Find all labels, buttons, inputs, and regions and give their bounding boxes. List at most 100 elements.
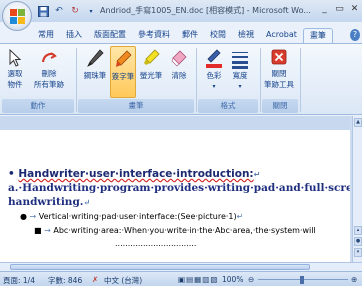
tab-arrow-icon: → (44, 226, 51, 235)
width-dropdown-icon[interactable]: ▾ (238, 83, 241, 90)
title-bar: ↶ ↻ ▾ Andriod_手寫1005_EN.doc [相容模式] - Mic… (0, 0, 362, 22)
save-icon[interactable] (36, 5, 50, 18)
highlighter-label: 螢光筆 (139, 71, 163, 80)
delete-label: 刪除 (41, 69, 57, 78)
felt-pen-label: 簽字筆 (111, 72, 135, 81)
tab-view[interactable]: 檢視 (232, 28, 260, 44)
group-label-close: 關閉 (262, 99, 298, 113)
list-item: ● → Vertical·writing·pad·user·interface:… (20, 212, 243, 221)
group-label-format: 格式 (198, 99, 258, 113)
horizontal-scroll-thumb[interactable] (10, 264, 310, 270)
width-label: 寬度 (232, 71, 248, 80)
tab-insert[interactable]: 插入 (60, 28, 88, 44)
maximize-button[interactable]: ▭ (332, 2, 347, 16)
undo-icon[interactable]: ↶ (52, 5, 66, 18)
document-area: • Handwriter·user·interface·introduction… (0, 116, 356, 262)
window-controls: _ ▭ ✕ (317, 2, 362, 16)
close-label: 關閉 (271, 69, 287, 78)
select-browse-object-icon[interactable]: ● (354, 237, 362, 246)
tab-mailings[interactable]: 郵件 (176, 28, 204, 44)
close-ink-icon (271, 49, 287, 65)
page-count[interactable]: 頁面: 1/4 (3, 275, 35, 286)
color-icon (206, 49, 222, 68)
continued-line: ................................ (115, 239, 197, 248)
group-label-actions: 動作 (2, 99, 74, 113)
proofing-icon[interactable]: ✗ (92, 275, 98, 284)
ribbon: 選取物件 刪除 所有筆跡 動作 鋼珠筆 簽字筆 螢光筆 清除 畫筆 色彩 ▾ 寬… (0, 43, 362, 115)
ballpoint-pen-label: 鋼珠筆 (83, 71, 107, 80)
window-title: Andriod_手寫1005_EN.doc [相容模式] - Microsoft… (100, 6, 311, 15)
eraser-icon (41, 52, 57, 63)
page-gap (0, 116, 350, 130)
width-icon (232, 52, 248, 69)
pen-eraser-icon (171, 50, 187, 67)
paragraph-mark: ↵ (236, 212, 244, 221)
view-buttons[interactable]: ▣▤▦▥▧ (178, 275, 218, 284)
bullet: • (8, 168, 15, 180)
scroll-up-icon[interactable]: ▲ (354, 118, 362, 127)
tab-acrobat[interactable]: Acrobat (260, 28, 303, 44)
clear-label: 清除 (171, 71, 187, 80)
select-objects-button[interactable]: 選取物件 (4, 48, 26, 90)
bullet: ● (20, 212, 27, 221)
tab-references[interactable]: 參考資料 (132, 28, 176, 44)
ink-tools-label: 筆跡工具 (264, 80, 294, 89)
office-button[interactable] (2, 1, 32, 31)
status-bar: 頁面: 1/4 字數: 846 ✗ 中文 (台灣) ▣▤▦▥▧ 100% ⊖ ⊕ (0, 271, 362, 286)
group-label-pens: 畫筆 (78, 99, 194, 113)
zoom-slider-thumb[interactable] (300, 276, 304, 284)
color-dropdown-icon[interactable]: ▾ (212, 83, 215, 90)
select-arrow-icon (9, 48, 22, 67)
paragraph-mark: ↵ (253, 170, 261, 179)
tab-home[interactable]: 常用 (32, 28, 60, 44)
language-indicator[interactable]: 中文 (台灣) (104, 275, 142, 286)
width-button[interactable]: 寬度 ▾ (228, 48, 252, 90)
delete-all-ink-button[interactable]: 刪除 所有筆跡 (34, 48, 64, 90)
zoom-in-icon[interactable]: ⊕ (351, 275, 357, 284)
heading-text: Handwriter·user·interface·introduction: (18, 168, 254, 180)
subheading-line-1: a.·Handwriting·program·provides·writing·… (8, 182, 350, 194)
select-objects-label: 選取物件 (7, 69, 23, 89)
list-item-text: Vertical·writing·pad·user·interface:(See… (38, 212, 237, 221)
word-count[interactable]: 字數: 846 (48, 275, 82, 286)
felt-pen-button[interactable]: 簽字筆 (110, 46, 136, 98)
tab-arrow-icon: → (29, 212, 37, 221)
subheading-line-2: handwriting.↵ (8, 196, 90, 208)
tab-page-layout[interactable]: 版面配置 (88, 28, 132, 44)
zoom-out-icon[interactable]: ⊖ (248, 275, 254, 284)
separator (196, 48, 197, 112)
subheading-text: handwriting. (8, 196, 84, 208)
highlighter-button[interactable]: 螢光筆 (138, 48, 164, 81)
bullet: ■ (34, 226, 42, 235)
quick-access-toolbar: ↶ ↻ ▾ (36, 4, 98, 18)
document-page[interactable]: • Handwriter·user·interface·introduction… (0, 116, 350, 262)
vertical-scrollbar[interactable]: ▲ ▴ ● ▾ (352, 116, 362, 262)
paragraph-mark: ↵ (83, 197, 91, 207)
qat-dropdown-icon[interactable]: ▾ (84, 5, 98, 18)
close-ink-tools-button[interactable]: 關閉 筆跡工具 (264, 48, 294, 90)
separator (76, 48, 77, 112)
close-button[interactable]: ✕ (347, 2, 362, 16)
previous-page-icon[interactable]: ▴ (354, 226, 362, 235)
tab-pens[interactable]: 畫筆 (302, 28, 333, 44)
ballpoint-pen-icon (87, 49, 104, 67)
color-label: 色彩 (206, 71, 222, 80)
minimize-button[interactable]: _ (317, 2, 332, 16)
horizontal-scrollbar[interactable] (0, 262, 362, 271)
next-page-icon[interactable]: ▾ (354, 248, 362, 257)
separator (300, 48, 301, 112)
ballpoint-pen-button[interactable]: 鋼珠筆 (82, 48, 108, 81)
sub-list-item: ■ → Abc·writing·area:·When·you·write·in·… (34, 226, 316, 235)
all-ink-label: 所有筆跡 (34, 80, 64, 89)
tab-review[interactable]: 校閱 (204, 28, 232, 44)
redo-icon[interactable]: ↻ (68, 5, 82, 18)
color-button[interactable]: 色彩 ▾ (202, 48, 226, 90)
highlighter-icon (144, 49, 160, 65)
clear-pen-button[interactable]: 清除 (168, 48, 190, 81)
zoom-level[interactable]: 100% (222, 275, 243, 284)
heading-line: • Handwriter·user·interface·introduction… (8, 168, 260, 180)
ribbon-tabs: 常用 插入 版面配置 參考資料 郵件 校閱 檢視 Acrobat 畫筆 (32, 28, 333, 44)
office-logo-icon (10, 9, 25, 24)
help-icon[interactable]: ? (350, 29, 360, 41)
sub-list-item-text: Abc·writing·area:·When·you·write·in·the·… (53, 226, 316, 235)
